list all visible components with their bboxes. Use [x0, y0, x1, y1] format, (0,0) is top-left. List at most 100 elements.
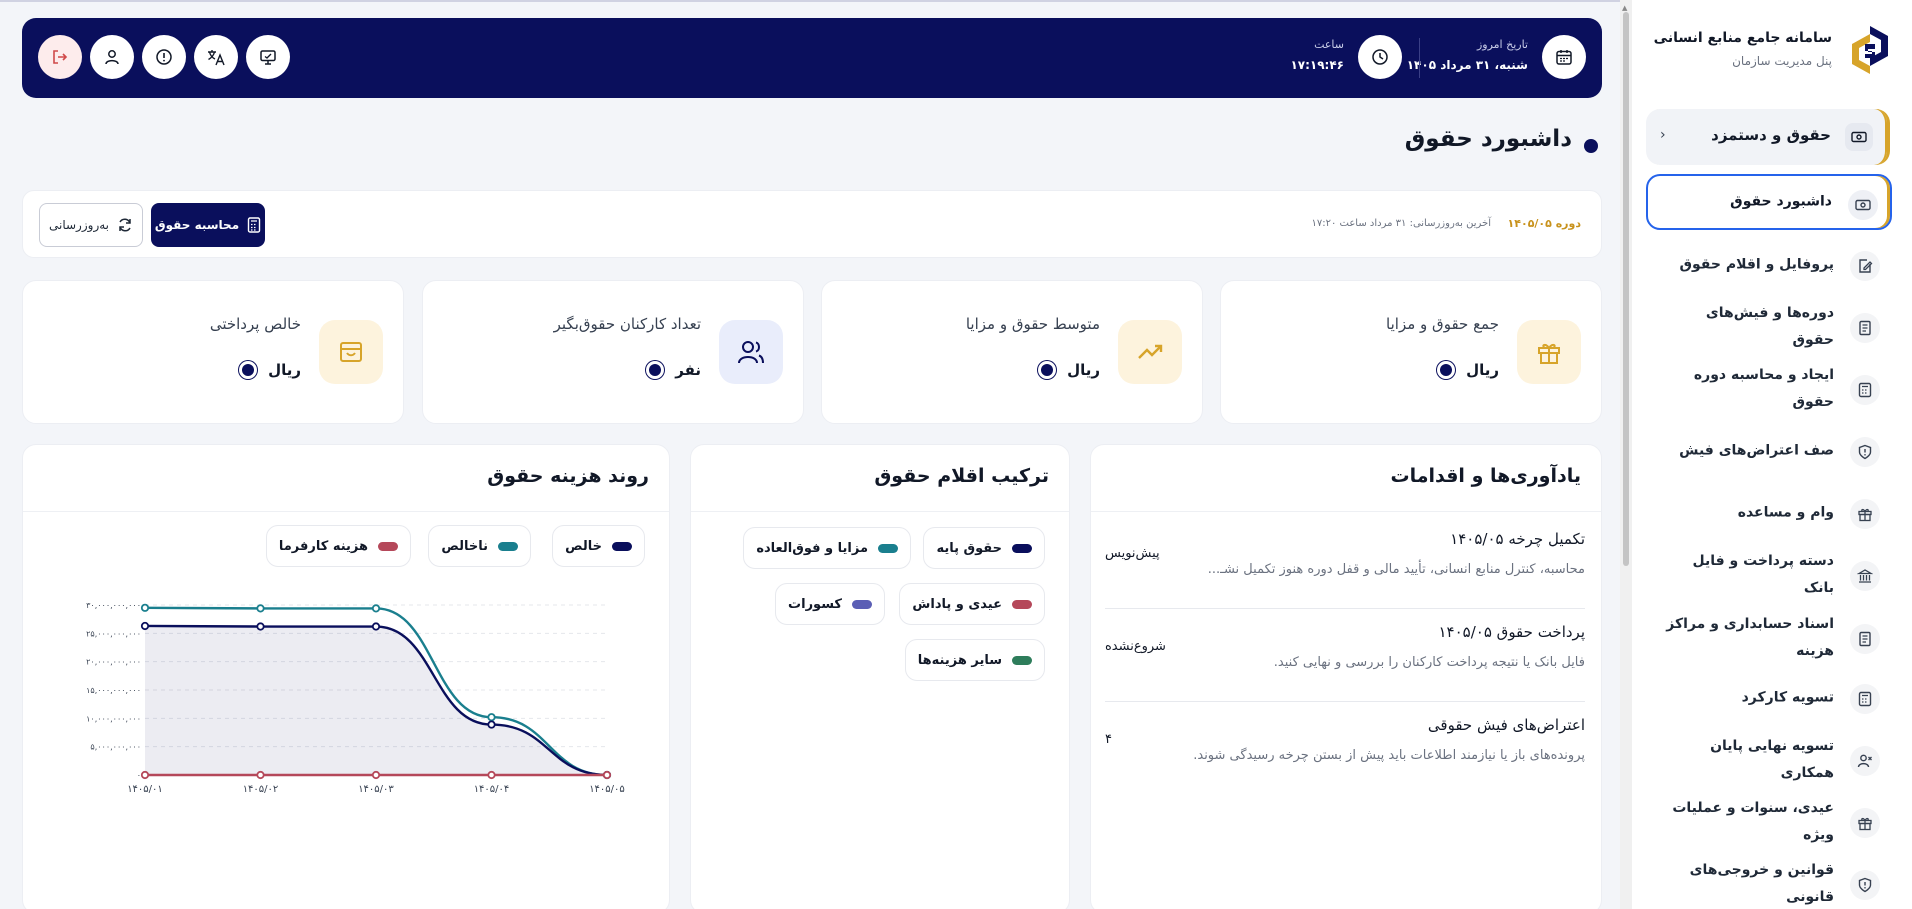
data-point [256, 604, 265, 613]
sidebar-item-label: داشبورد حقوق [1730, 193, 1832, 210]
composition-panel: ترکیب اقلام حقوق حقوق پایه مزایا و فوق‌ا… [690, 444, 1070, 909]
calendar-icon [1542, 35, 1586, 79]
shield-icon [1850, 870, 1880, 900]
sidebar-item-label: صف اعتراض‌های فیش [1679, 442, 1834, 459]
nav-group-payroll[interactable]: حقوق و دستمزد ‹ [1646, 109, 1890, 165]
user-x-icon [1850, 746, 1880, 776]
user-icon[interactable] [90, 35, 134, 79]
legend-swatch [498, 541, 518, 551]
legend-item[interactable]: حقوق پایه [923, 527, 1045, 569]
panel-divider [691, 511, 1069, 512]
sidebar-item-label: عیدی، سنوات و عملیات ویژه [1672, 800, 1834, 843]
legend-item[interactable]: هزینه کارفرما [265, 525, 411, 567]
brand-title: سامانه جامع منابع انسانی [1653, 30, 1832, 46]
reminder-status: پیش‌نویس [1105, 546, 1160, 561]
refresh-label: به‌روزرسانی [49, 218, 110, 232]
kpi-value: نفر [649, 361, 701, 379]
data-point [487, 770, 496, 780]
reminder-divider [1105, 701, 1585, 702]
reminder-status: شروع‌نشده [1105, 639, 1166, 654]
sidebar-item[interactable]: تسویه نهایی پایان همکاری [1646, 732, 1892, 788]
sidebar-item[interactable]: داشبورد حقوق [1646, 174, 1892, 230]
legend-swatch [852, 599, 872, 609]
data-point [602, 770, 612, 780]
kpi-title: جمع حقوق و مزایا [1386, 315, 1499, 333]
legend-label: سایر هزینه‌ها [917, 652, 1002, 668]
kpi-title: متوسط حقوق و مزایا [965, 315, 1100, 333]
kpi-value: ریال [1440, 361, 1499, 379]
calculate-payroll-label: محاسبه حقوق [154, 218, 240, 232]
legend-swatch [378, 541, 398, 551]
reminder-desc: فایل بانک یا نتیجه پرداخت کارکنان را برر… [1273, 655, 1585, 670]
scroll-up-icon[interactable]: ▲ [1622, 4, 1627, 12]
legend-item[interactable]: عیدی و پاداش [899, 583, 1045, 625]
reminder-desc: محاسبه، کنترل منابع انسانی، تأیید مالی و… [1207, 562, 1585, 577]
legend-item[interactable]: خالص [552, 525, 645, 567]
calculate-payroll-button[interactable]: محاسبه حقوق [151, 203, 265, 247]
sidebar-item-label: وام و مساعده [1737, 504, 1834, 521]
sidebar-item-label: تسویه کارکرد [1741, 689, 1834, 706]
sidebar-item-label: دسته پرداخت و فایل بانک [1692, 553, 1834, 596]
toolbar-card: دوره ۱۴۰۵/۰۵ آخرین به‌روزرسانی: ۳۱ مرداد… [22, 190, 1602, 258]
sidebar-item-label: دوره‌ها و فیش‌های حقوق [1705, 305, 1834, 348]
sidebar-item[interactable]: عیدی، سنوات و عملیات ویژه [1646, 794, 1892, 850]
legend-label: هزینه کارفرما [278, 538, 368, 554]
y-tick-label: ۵,۰۰۰,۰۰۰,۰۰۰ [90, 743, 141, 752]
sidebar-item[interactable]: دسته پرداخت و فایل بانک [1646, 547, 1892, 603]
legend-item[interactable]: ناخالص [428, 525, 531, 567]
calculator-icon [1850, 375, 1880, 405]
gift-icon [1850, 499, 1880, 529]
x-tick-label: ۱۴۰۵/۰۲ [243, 784, 279, 795]
sidebar-item[interactable]: صف اعتراض‌های فیش [1646, 423, 1892, 479]
kpi-loading-dot [242, 364, 255, 376]
sidebar-item[interactable]: تسویه کارکرد [1646, 670, 1892, 726]
sidebar-item[interactable]: اسناد حسابداری و مراکز هزینه [1646, 610, 1892, 666]
sidebar-item-label: اسناد حسابداری و مراکز هزینه [1666, 616, 1834, 659]
translate-icon[interactable] [194, 35, 238, 79]
page-title-bullet [1584, 139, 1598, 153]
alert-icon[interactable] [142, 35, 186, 79]
period-label: دوره ۱۴۰۵/۰۵ [1507, 217, 1581, 230]
topbar-divider [1419, 38, 1420, 78]
reminders-panel: یادآوری‌ها و اقدامات تکمیل چرخه ۱۴۰۵/۰۵ … [1090, 444, 1602, 909]
brand-subtitle: پنل مدیریت سازمان [1732, 54, 1832, 68]
clock-icon [1358, 35, 1402, 79]
chevron-left-icon[interactable]: ‹ [1660, 127, 1666, 143]
data-point [487, 720, 496, 729]
y-tick-label: ۳۰,۰۰۰,۰۰۰,۰۰۰ [86, 601, 141, 610]
x-tick-label: ۱۴۰۵/۰۳ [358, 784, 394, 795]
legend-item[interactable]: سایر هزینه‌ها [904, 639, 1045, 681]
document-icon [1850, 624, 1880, 654]
data-point [140, 621, 150, 631]
data-point [140, 770, 150, 780]
sidebar-item[interactable]: پروفایل و اقلام حقوق [1646, 237, 1892, 293]
scrollbar-thumb[interactable] [1623, 12, 1629, 566]
edit-doc-icon [1850, 251, 1880, 281]
monitor-icon[interactable] [246, 35, 290, 79]
top-bar: تاریخ امروز شنبه، ۳۱ مرداد ۱۴۰۵ ساعت ۱۷:… [22, 18, 1602, 98]
sidebar-item[interactable]: قوانین و خروجی‌های قانونی [1646, 856, 1892, 909]
shield-icon [1850, 437, 1880, 467]
sidebar-item[interactable]: وام و مساعده [1646, 485, 1892, 541]
sidebar-item[interactable]: ایجاد و محاسبه دوره حقوق [1646, 361, 1892, 417]
kpi-loading-dot [649, 364, 662, 376]
logout-icon[interactable] [38, 35, 82, 79]
kpi-unit: نفر [675, 361, 701, 379]
legend-label: خالص [565, 538, 602, 554]
kpi-card-average-pay: متوسط حقوق و مزایا ریال [821, 280, 1203, 424]
legend-label: عیدی و پاداش [912, 596, 1002, 612]
trend-panel: روند هزینه حقوق خالص ناخالص هزینه کارفرم… [22, 444, 670, 909]
data-point [140, 603, 150, 612]
legend-label: مزایا و فوق‌العاده [756, 540, 868, 556]
sidebar-item-label: پروفایل و اقلام حقوق [1679, 256, 1835, 273]
bank-icon [1850, 561, 1880, 591]
last-update-text: آخرین به‌روزرسانی: ۳۱ مرداد ساعت ۱۷:۲۰ [1311, 218, 1491, 229]
scrollbar[interactable]: ▲ [1620, 0, 1632, 909]
refresh-button[interactable]: به‌روزرسانی [39, 203, 143, 247]
legend-item[interactable]: کسورات [775, 583, 885, 625]
kpi-loading-dot [1041, 364, 1054, 376]
sidebar-item[interactable]: دوره‌ها و فیش‌های حقوق [1646, 299, 1892, 355]
kpi-title: تعداد کارکنان حقوق‌بگیر [553, 315, 701, 333]
legend-item[interactable]: مزایا و فوق‌العاده [743, 527, 911, 569]
x-tick-label: ۱۴۰۵/۰۱ [127, 784, 163, 795]
